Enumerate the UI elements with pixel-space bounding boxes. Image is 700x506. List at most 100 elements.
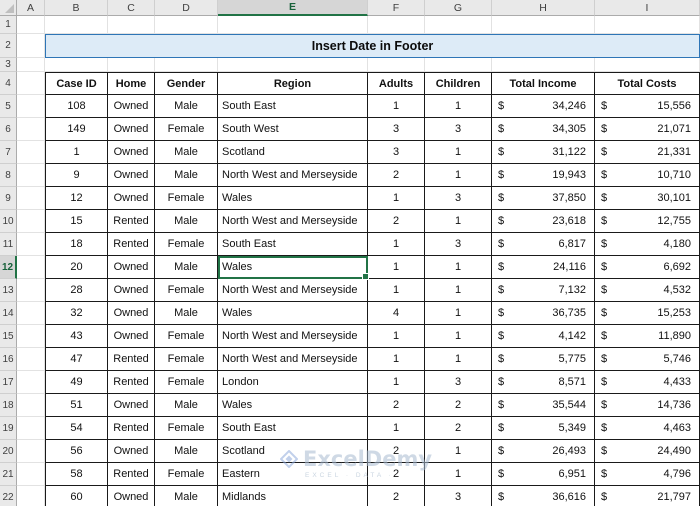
cell-costs[interactable]: $4,463 <box>595 417 700 440</box>
cell-children[interactable]: 1 <box>425 325 492 348</box>
cell-A7[interactable] <box>17 141 45 164</box>
cell-A22[interactable] <box>17 486 45 506</box>
cell-region[interactable]: Wales <box>218 187 368 210</box>
cell-children[interactable]: 3 <box>425 371 492 394</box>
cell-adults[interactable]: 4 <box>368 302 425 325</box>
cell-adults[interactable]: 1 <box>368 417 425 440</box>
cell-costs[interactable]: $11,890 <box>595 325 700 348</box>
cell-costs[interactable]: $21,071 <box>595 118 700 141</box>
cell-region[interactable]: South East <box>218 95 368 118</box>
cell[interactable] <box>155 16 218 34</box>
cell-A11[interactable] <box>17 233 45 256</box>
column-header-E[interactable]: E <box>218 0 368 16</box>
cell-gender[interactable]: Female <box>155 463 218 486</box>
column-header-I[interactable]: I <box>595 0 700 16</box>
cell-children[interactable]: 1 <box>425 279 492 302</box>
cell-costs[interactable]: $21,331 <box>595 141 700 164</box>
cell-gender[interactable]: Female <box>155 233 218 256</box>
cell-case_id[interactable]: 149 <box>45 118 108 141</box>
cell-home[interactable]: Owned <box>108 325 155 348</box>
cell-gender[interactable]: Male <box>155 302 218 325</box>
row-header-4[interactable]: 4 <box>0 72 17 95</box>
cell-region[interactable]: Scotland <box>218 141 368 164</box>
cell-costs[interactable]: $4,433 <box>595 371 700 394</box>
cell-children[interactable]: 3 <box>425 486 492 506</box>
cell-A12[interactable] <box>17 256 45 279</box>
row-header-21[interactable]: 21 <box>0 463 17 486</box>
cell-home[interactable]: Owned <box>108 394 155 417</box>
cell-case_id[interactable]: 20 <box>45 256 108 279</box>
row-header-13[interactable]: 13 <box>0 279 17 302</box>
cell-costs[interactable]: $15,253 <box>595 302 700 325</box>
cell-gender[interactable]: Male <box>155 164 218 187</box>
cell-adults[interactable]: 2 <box>368 440 425 463</box>
cell-children[interactable]: 1 <box>425 95 492 118</box>
cell-adults[interactable]: 2 <box>368 394 425 417</box>
cell-children[interactable]: 1 <box>425 256 492 279</box>
cell-region[interactable]: Wales <box>218 302 368 325</box>
cell-region[interactable]: London <box>218 371 368 394</box>
cell-case_id[interactable]: 58 <box>45 463 108 486</box>
cell-income[interactable]: $35,544 <box>492 394 595 417</box>
cell-children[interactable]: 1 <box>425 440 492 463</box>
cell[interactable] <box>108 16 155 34</box>
cell-income[interactable]: $6,817 <box>492 233 595 256</box>
cell-adults[interactable]: 1 <box>368 233 425 256</box>
cell-region[interactable]: North West and Merseyside <box>218 210 368 233</box>
row-header-22[interactable]: 22 <box>0 486 17 506</box>
cell-adults[interactable]: 1 <box>368 279 425 302</box>
cell-costs[interactable]: $21,797 <box>595 486 700 506</box>
row-header-12[interactable]: 12 <box>0 256 17 279</box>
cell-adults[interactable]: 1 <box>368 325 425 348</box>
cell-children[interactable]: 1 <box>425 348 492 371</box>
cell-case_id[interactable]: 49 <box>45 371 108 394</box>
cell-gender[interactable]: Female <box>155 371 218 394</box>
cell-region[interactable]: Scotland <box>218 440 368 463</box>
cell-A3[interactable] <box>17 58 45 72</box>
row-header-17[interactable]: 17 <box>0 371 17 394</box>
cell-home[interactable]: Owned <box>108 302 155 325</box>
cell-home[interactable]: Owned <box>108 164 155 187</box>
cell-adults[interactable]: 1 <box>368 371 425 394</box>
cell[interactable] <box>595 16 700 34</box>
cell-income[interactable]: $36,616 <box>492 486 595 506</box>
cell-case_id[interactable]: 54 <box>45 417 108 440</box>
cell-income[interactable]: $31,122 <box>492 141 595 164</box>
cell[interactable] <box>45 58 108 72</box>
cell-home[interactable]: Owned <box>108 256 155 279</box>
cell[interactable] <box>368 58 425 72</box>
cell-children[interactable]: 2 <box>425 394 492 417</box>
cell-A20[interactable] <box>17 440 45 463</box>
cell-costs[interactable]: $5,746 <box>595 348 700 371</box>
cell-home[interactable]: Owned <box>108 95 155 118</box>
cell-gender[interactable]: Male <box>155 210 218 233</box>
title-banner[interactable]: Insert Date in Footer <box>45 34 700 58</box>
cell-income[interactable]: $36,735 <box>492 302 595 325</box>
cell-home[interactable]: Owned <box>108 486 155 506</box>
cell-A8[interactable] <box>17 164 45 187</box>
cell-adults[interactable]: 2 <box>368 463 425 486</box>
table-header-1[interactable]: Home <box>108 72 155 95</box>
row-header-16[interactable]: 16 <box>0 348 17 371</box>
cell[interactable] <box>218 58 368 72</box>
column-header-C[interactable]: C <box>108 0 155 16</box>
table-header-7[interactable]: Total Costs <box>595 72 700 95</box>
cell[interactable] <box>218 16 368 34</box>
cell-costs[interactable]: $12,755 <box>595 210 700 233</box>
cell-gender[interactable]: Female <box>155 279 218 302</box>
cell-A1[interactable] <box>17 16 45 34</box>
cell[interactable] <box>595 58 700 72</box>
cell-adults[interactable]: 1 <box>368 256 425 279</box>
cell-case_id[interactable]: 51 <box>45 394 108 417</box>
cell-adults[interactable]: 1 <box>368 187 425 210</box>
cell-costs[interactable]: $4,796 <box>595 463 700 486</box>
cell-region[interactable]: North West and Merseyside <box>218 348 368 371</box>
cell-case_id[interactable]: 60 <box>45 486 108 506</box>
cell-gender[interactable]: Male <box>155 394 218 417</box>
cell-gender[interactable]: Male <box>155 440 218 463</box>
cell-home[interactable]: Rented <box>108 371 155 394</box>
cell-A16[interactable] <box>17 348 45 371</box>
column-header-G[interactable]: G <box>425 0 492 16</box>
cell-adults[interactable]: 1 <box>368 95 425 118</box>
row-header-19[interactable]: 19 <box>0 417 17 440</box>
